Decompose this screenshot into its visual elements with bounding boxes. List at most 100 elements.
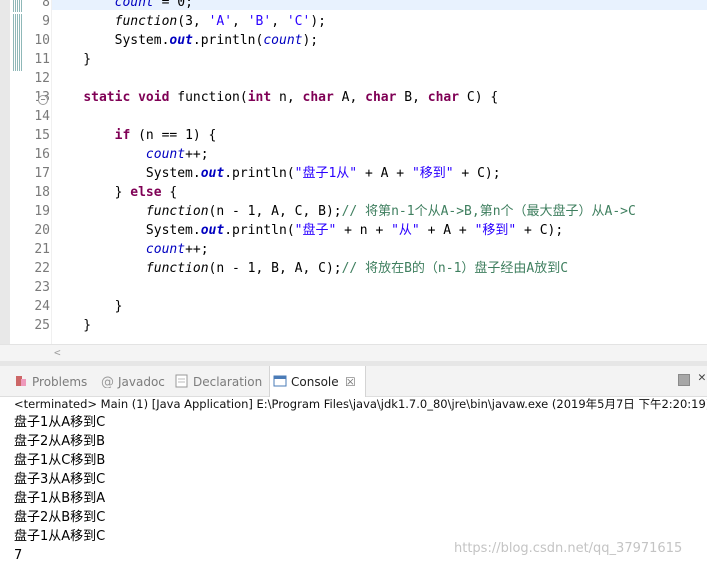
code-token: + C); <box>453 166 501 181</box>
code-token: function <box>145 204 209 219</box>
code-token: .println( <box>224 166 295 181</box>
code-line[interactable]: } <box>52 297 123 316</box>
code-token: (n - 1, B, A, C); <box>208 261 342 276</box>
code-token: (n - 1, A, C, B); <box>208 204 342 219</box>
code-token: // 将放在B的（n-1）盘子经由A放到C <box>341 261 569 276</box>
code-token: C) { <box>459 90 499 105</box>
code-token: } <box>52 299 123 314</box>
code-token: function( <box>169 90 248 105</box>
code-line[interactable]: } <box>52 316 91 335</box>
code-line[interactable]: } <box>52 50 91 69</box>
console-output[interactable]: 盘子1从A移到C 盘子2从A移到B 盘子1从C移到B 盘子3从A移到C 盘子1从B移到A… <box>14 413 105 565</box>
line-number: 11 <box>34 52 50 67</box>
line-number: 17 <box>34 166 50 181</box>
console-output-line: 7 <box>14 548 23 563</box>
code-token: ); <box>302 33 319 48</box>
code-token: ); <box>310 14 326 29</box>
close-tab-icon[interactable]: ☒ <box>345 372 356 392</box>
code-editor[interactable]: 8910111213141516171819202122232425 − cou… <box>0 0 707 344</box>
code-token: = 0; <box>153 0 193 10</box>
console-output-line: 盘子1从A移到C <box>14 529 106 544</box>
console-output-line: 盘子2从A移到B <box>14 434 106 449</box>
code-token: // 将第n-1个从A->B,第n个（最大盘子）从A->C <box>341 204 636 219</box>
code-token: .println( <box>192 33 264 48</box>
line-number: 24 <box>34 299 50 314</box>
declaration-icon <box>175 374 189 388</box>
code-token: "从" <box>391 223 420 238</box>
close-view-icon[interactable]: ✕ <box>698 370 706 385</box>
code-line[interactable]: } else { <box>52 183 178 202</box>
code-token: + A + <box>357 166 412 181</box>
code-line[interactable]: if (n == 1) { <box>52 126 217 145</box>
console-status-line: <terminated> Main (1) [Java Application]… <box>14 397 707 411</box>
tab-label: Console <box>291 375 339 389</box>
line-number: 23 <box>34 280 50 295</box>
javadoc-icon: @ <box>100 374 114 390</box>
code-line[interactable]: System.out.println("盘子1从" + A + "移到" + C… <box>52 164 501 183</box>
tab-declaration[interactable]: Declaration <box>175 372 262 392</box>
line-number: 8 <box>42 0 50 10</box>
code-token: System. <box>52 223 201 238</box>
code-token: (n == 1) { <box>130 128 217 143</box>
line-number: 9 <box>42 14 50 29</box>
console-output-line: 盘子1从C移到B <box>14 453 106 468</box>
code-token: out <box>169 33 193 48</box>
code-token: function <box>114 14 178 29</box>
code-token: System. <box>52 33 170 48</box>
console-icon <box>273 374 287 388</box>
code-token: if <box>114 128 131 143</box>
change-marker <box>13 52 22 71</box>
code-line[interactable]: System.out.println("盘子" + n + "从" + A + … <box>52 221 563 240</box>
code-token: ++; <box>185 242 209 257</box>
code-token: n, <box>271 90 303 105</box>
line-number: 19 <box>34 204 50 219</box>
svg-text:@: @ <box>101 375 114 388</box>
code-token: count <box>263 33 303 48</box>
code-line[interactable]: function(3, 'A', 'B', 'C'); <box>52 12 326 31</box>
change-marker <box>13 33 22 52</box>
code-line[interactable]: function(n - 1, A, C, B);// 将第n-1个从A->B,… <box>52 202 636 221</box>
code-line[interactable]: count = 0; <box>52 0 193 12</box>
code-token: count <box>114 0 154 10</box>
console-output-line: 盘子3从A移到C <box>14 472 106 487</box>
problems-icon <box>14 374 28 388</box>
tab-javadoc[interactable]: @ Javadoc <box>100 372 165 392</box>
code-line[interactable]: function(n - 1, B, A, C);// 将放在B的（n-1）盘子… <box>52 259 568 278</box>
code-line[interactable]: System.out.println(count); <box>52 31 319 50</box>
line-number: 22 <box>34 261 50 276</box>
code-token: void <box>138 90 170 105</box>
overview-ruler <box>0 0 10 344</box>
line-number: 20 <box>34 223 50 238</box>
horizontal-scrollbar[interactable]: < <box>0 344 707 361</box>
code-token: function <box>145 261 209 276</box>
code-line[interactable]: static void function(int n, char A, char… <box>52 88 498 107</box>
code-token: "移到" <box>474 223 517 238</box>
scroll-left-icon[interactable]: < <box>54 345 61 361</box>
fold-toggle-icon[interactable]: − <box>38 95 48 105</box>
tab-problems[interactable]: Problems <box>14 372 87 392</box>
code-token: 'C' <box>286 14 311 29</box>
code-line[interactable]: count++; <box>52 145 209 164</box>
change-markers <box>13 0 23 72</box>
line-number: 12 <box>34 71 50 86</box>
code-line[interactable]: count++; <box>52 240 209 259</box>
line-number: 14 <box>34 109 50 124</box>
code-token: out <box>200 166 225 181</box>
code-token: char <box>365 90 397 105</box>
line-number: 25 <box>34 318 50 333</box>
code-token: (3, <box>177 14 209 29</box>
view-tab-bar: Problems @ Javadoc Declaration Console ☒ <box>0 366 707 397</box>
code-token: int <box>247 90 272 105</box>
tab-label: Javadoc <box>118 375 165 389</box>
tab-console[interactable]: Console <box>273 372 339 392</box>
tab-label: Problems <box>32 375 88 389</box>
terminate-button[interactable] <box>678 374 690 386</box>
code-token: count <box>145 242 186 257</box>
